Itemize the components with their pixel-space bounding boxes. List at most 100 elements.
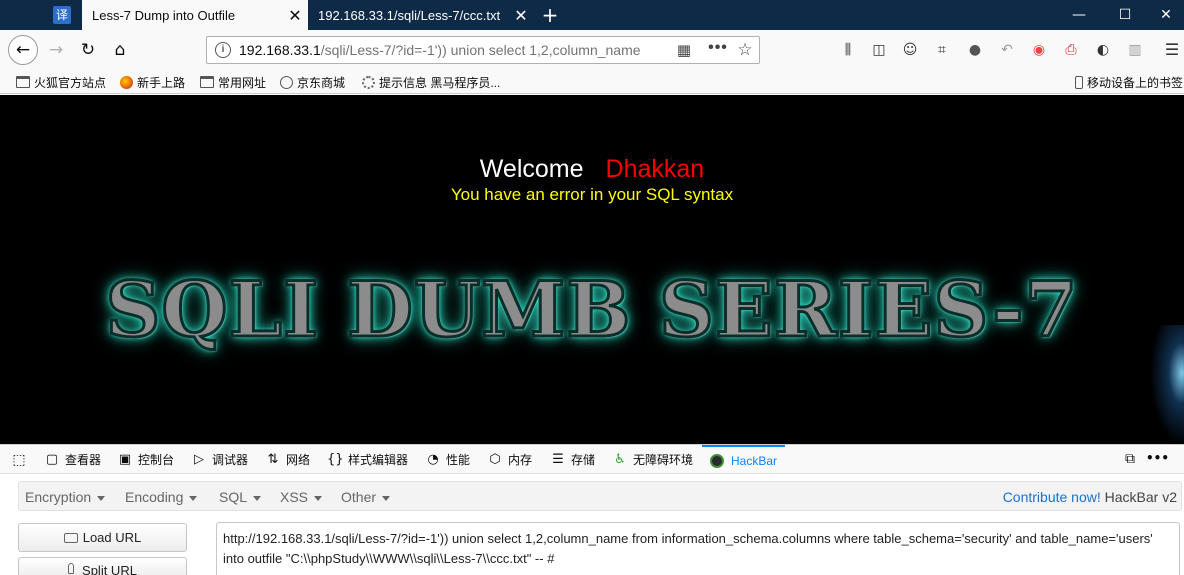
bookmark-item[interactable]: 提示信息 黑马程序员... xyxy=(362,74,500,90)
contribute-link[interactable]: Contribute now! xyxy=(1003,489,1101,505)
url-host: 192.168.33.1 xyxy=(239,42,321,58)
url-path: /sqli/Less-7/?id=-1')) union select 1,2,… xyxy=(320,42,641,58)
menu-label: Encryption xyxy=(25,489,92,505)
tab-storage[interactable]: ☰ 存储 xyxy=(550,445,595,474)
bookmark-item[interactable]: 京东商城 xyxy=(280,74,345,90)
sparkle-decoration xyxy=(1150,325,1184,444)
menu-encoding[interactable]: Encoding xyxy=(125,489,198,505)
forward-button[interactable]: → xyxy=(42,36,70,64)
tab-title: Less-7 Dump into Outfile xyxy=(92,7,236,23)
navigation-bar: ← → ↻ ⌂ i 192.168.33.1/sqli/Less-7/?id=-… xyxy=(0,30,1184,70)
reader-icon[interactable]: ▥ xyxy=(1125,40,1145,60)
element-picker-icon[interactable]: ⬚ xyxy=(10,451,28,469)
tab-console[interactable]: ▣ 控制台 xyxy=(117,445,174,474)
caret-down-icon xyxy=(253,495,262,501)
screenshot-icon[interactable]: ⌗ xyxy=(932,40,952,60)
bookmark-label: 提示信息 黑马程序员... xyxy=(379,75,501,90)
bookmark-label: 新手上路 xyxy=(137,75,186,90)
devtools-panel: ⬚ ▢ 查看器 ▣ 控制台 ▷ 调试器 ⇅ 网络 {} 样式编辑器 ◔ 性能 ⬡… xyxy=(0,444,1184,575)
tab-hackbar[interactable]: HackBar xyxy=(702,445,786,474)
bookmark-label: 移动设备上的书签 xyxy=(1087,75,1184,90)
performance-icon: ◔ xyxy=(427,451,439,467)
bookmark-item[interactable]: 火狐官方站点 xyxy=(16,74,106,90)
tab-label: 性能 xyxy=(446,453,471,467)
sidebar-icon[interactable]: ◫ xyxy=(869,40,889,60)
new-tab-button[interactable]: + xyxy=(538,2,562,28)
devtools-tabbar: ⬚ ▢ 查看器 ▣ 控制台 ▷ 调试器 ⇅ 网络 {} 样式编辑器 ◔ 性能 ⬡… xyxy=(0,445,1184,474)
close-tab-icon[interactable]: ✕ xyxy=(508,6,534,25)
home-button[interactable]: ⌂ xyxy=(106,36,134,64)
button-label: Load URL xyxy=(82,530,142,545)
contribute-area: Contribute now! HackBar v2 xyxy=(1003,489,1177,505)
firefox-icon xyxy=(120,75,133,89)
load-url-button[interactable]: Load URL xyxy=(18,523,187,552)
menu-encryption[interactable]: Encryption xyxy=(25,489,106,505)
menu-icon[interactable]: ☰ xyxy=(1162,40,1182,60)
mobile-bookmarks[interactable]: 移动设备上的书签 xyxy=(1075,74,1183,90)
account-icon[interactable]: ☺ xyxy=(900,40,920,60)
tab-network[interactable]: ⇅ 网络 xyxy=(265,445,310,474)
bookmark-label: 常用网址 xyxy=(218,75,267,90)
undo-icon[interactable]: ↶ xyxy=(997,40,1017,60)
tab-label: 样式编辑器 xyxy=(348,453,409,467)
site-info-icon[interactable]: i xyxy=(215,42,231,58)
page-actions-icon[interactable]: ••• xyxy=(707,39,729,57)
bookmark-item[interactable]: 新手上路 xyxy=(120,74,185,90)
network-icon: ⇅ xyxy=(267,451,279,467)
url-input[interactable]: 192.168.33.1/sqli/Less-7/?id=-1')) union… xyxy=(239,42,647,58)
tab-performance[interactable]: ◔ 性能 xyxy=(425,445,470,474)
welcome-line: Welcome Dhakkan xyxy=(0,155,1184,184)
close-tab-icon[interactable]: ✕ xyxy=(282,6,308,25)
menu-other[interactable]: Other xyxy=(341,489,391,505)
tab-memory[interactable]: ⬡ 内存 xyxy=(487,445,532,474)
translate-icon[interactable]: 译 xyxy=(53,6,71,24)
hackbar-url-textarea[interactable]: http://192.168.33.1/sqli/Less-7/?id=-1')… xyxy=(216,522,1180,575)
back-button[interactable]: ← xyxy=(8,35,38,65)
tab-strip: 译 Less-7 Dump into Outfile ✕ 192.168.33.… xyxy=(0,0,1184,30)
menu-label: SQL xyxy=(219,489,248,505)
tab-label: 内存 xyxy=(508,453,533,467)
series-banner: SQLI DUMB SERIES-7 xyxy=(104,264,1079,356)
menu-label: XSS xyxy=(280,489,309,505)
hackbar-logo-icon xyxy=(710,453,724,468)
url-bar[interactable]: i 192.168.33.1/sqli/Less-7/?id=-1')) uni… xyxy=(206,36,760,64)
qr-code-icon[interactable]: ▦ xyxy=(675,41,693,59)
extensions-icon[interactable]: ◐ xyxy=(1093,40,1113,60)
tab-accessibility[interactable]: ♿ 无障碍环境 xyxy=(612,445,693,474)
hackbar-version: HackBar v2 xyxy=(1104,489,1177,505)
chat-icon[interactable]: ● xyxy=(965,40,985,60)
hackbar-menu: Encryption Encoding SQL XSS Other Contri… xyxy=(18,481,1182,511)
tab-ccc-txt[interactable]: 192.168.33.1/sqli/Less-7/ccc.txt ✕ xyxy=(308,0,534,30)
bookmark-item[interactable]: 常用网址 xyxy=(200,74,266,90)
debugger-icon: ▷ xyxy=(194,451,204,467)
print-icon[interactable]: ⎙ xyxy=(1061,40,1081,60)
storage-icon: ☰ xyxy=(552,451,564,467)
bookmark-star-icon[interactable]: ☆ xyxy=(735,40,755,60)
tab-inspector[interactable]: ▢ 查看器 xyxy=(44,445,101,474)
menu-sql[interactable]: SQL xyxy=(219,489,262,505)
menu-xss[interactable]: XSS xyxy=(280,489,323,505)
dock-icon[interactable]: ⧉ xyxy=(1120,451,1140,467)
map-pin-icon[interactable]: ◉ xyxy=(1029,40,1049,60)
close-window-button[interactable]: ✕ xyxy=(1148,0,1184,30)
bookmarks-bar: 火狐官方站点 新手上路 常用网址 京东商城 提示信息 黑马程序员... 移动设备… xyxy=(0,70,1184,94)
tab-label: 存储 xyxy=(571,453,596,467)
caret-down-icon xyxy=(314,495,323,501)
bookmark-label: 火狐官方站点 xyxy=(34,75,107,90)
tab-less-7[interactable]: Less-7 Dump into Outfile ✕ xyxy=(82,0,308,30)
tab-style-editor[interactable]: {} 样式编辑器 xyxy=(327,445,408,474)
tab-label: 调试器 xyxy=(212,453,249,467)
minimize-button[interactable]: — xyxy=(1056,0,1102,30)
reload-button[interactable]: ↻ xyxy=(74,36,102,64)
library-icon[interactable]: ⫼ xyxy=(838,40,858,60)
accessibility-icon: ♿ xyxy=(614,451,626,467)
split-url-button[interactable]: Split URL xyxy=(18,557,187,575)
page-content: Welcome Dhakkan You have an error in your… xyxy=(0,95,1184,444)
menu-label: Other xyxy=(341,489,377,505)
maximize-button[interactable]: ☐ xyxy=(1102,0,1148,30)
overflow-icon[interactable]: ••• xyxy=(1146,451,1169,465)
split-icon xyxy=(68,563,75,574)
console-icon: ▣ xyxy=(118,451,132,467)
tab-debugger[interactable]: ▷ 调试器 xyxy=(191,445,248,474)
swirl-icon xyxy=(362,75,375,89)
